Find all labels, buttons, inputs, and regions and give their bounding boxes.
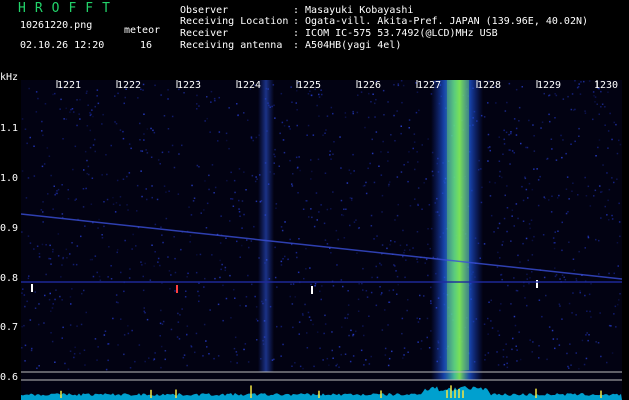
x-tick-label: 1222 [117,80,142,91]
x-tick-label: 1224 [237,80,262,91]
meteor-count: 16 [140,40,153,51]
y-tick-label: 0.8 [0,273,19,284]
info-value-antenna: : A504HB(yagi 4el) [293,40,402,51]
y-tick-label: 0.7 [0,322,19,333]
filename-label: 10261220.png [20,20,93,31]
x-tick-label: 1228 [477,80,502,91]
meteor-echo-core [447,80,469,370]
info-key-observer: Observer [180,5,229,16]
info-key-location: Receiving Location [180,16,289,27]
x-tick-label: 1223 [177,80,202,91]
y-tick-label: 1.1 [0,123,19,134]
x-tick-label: 1226 [357,80,382,91]
x-tick-label: 1225 [297,80,322,91]
y-tick-label: 0.9 [0,223,19,234]
info-value-receiver: : ICOM IC-575 53.7492(@LCD)MHz USB [293,28,498,39]
info-key-antenna: Receiving antenna [180,40,283,51]
x-tick-label: 1230 [594,80,619,91]
info-value-observer: : Masayuki Kobayashi [293,5,414,16]
drift-line [21,213,622,280]
app-title: HROFFT [18,1,119,16]
spectrogram [21,80,622,400]
x-tick-label: 1229 [537,80,562,91]
x-tick-label: 1227 [417,80,442,91]
info-value-location: : Ogata-vill. Akita-Pref. JAPAN (139.96E… [293,16,589,27]
amplitude-trace [21,385,622,400]
noise-layer [21,80,622,371]
info-key-receiver: Receiver [180,28,229,39]
x-tick-label: 1221 [57,80,82,91]
datetime-label: 02.10.26 12:20 [20,40,105,51]
spectrogram-canvas [21,80,622,400]
y-axis-unit: kHz [0,72,19,83]
y-tick-label: 1.0 [0,173,19,184]
y-tick-label: 0.6 [0,372,19,383]
echo-streak [258,80,274,372]
meteor-label: meteor [124,25,161,36]
